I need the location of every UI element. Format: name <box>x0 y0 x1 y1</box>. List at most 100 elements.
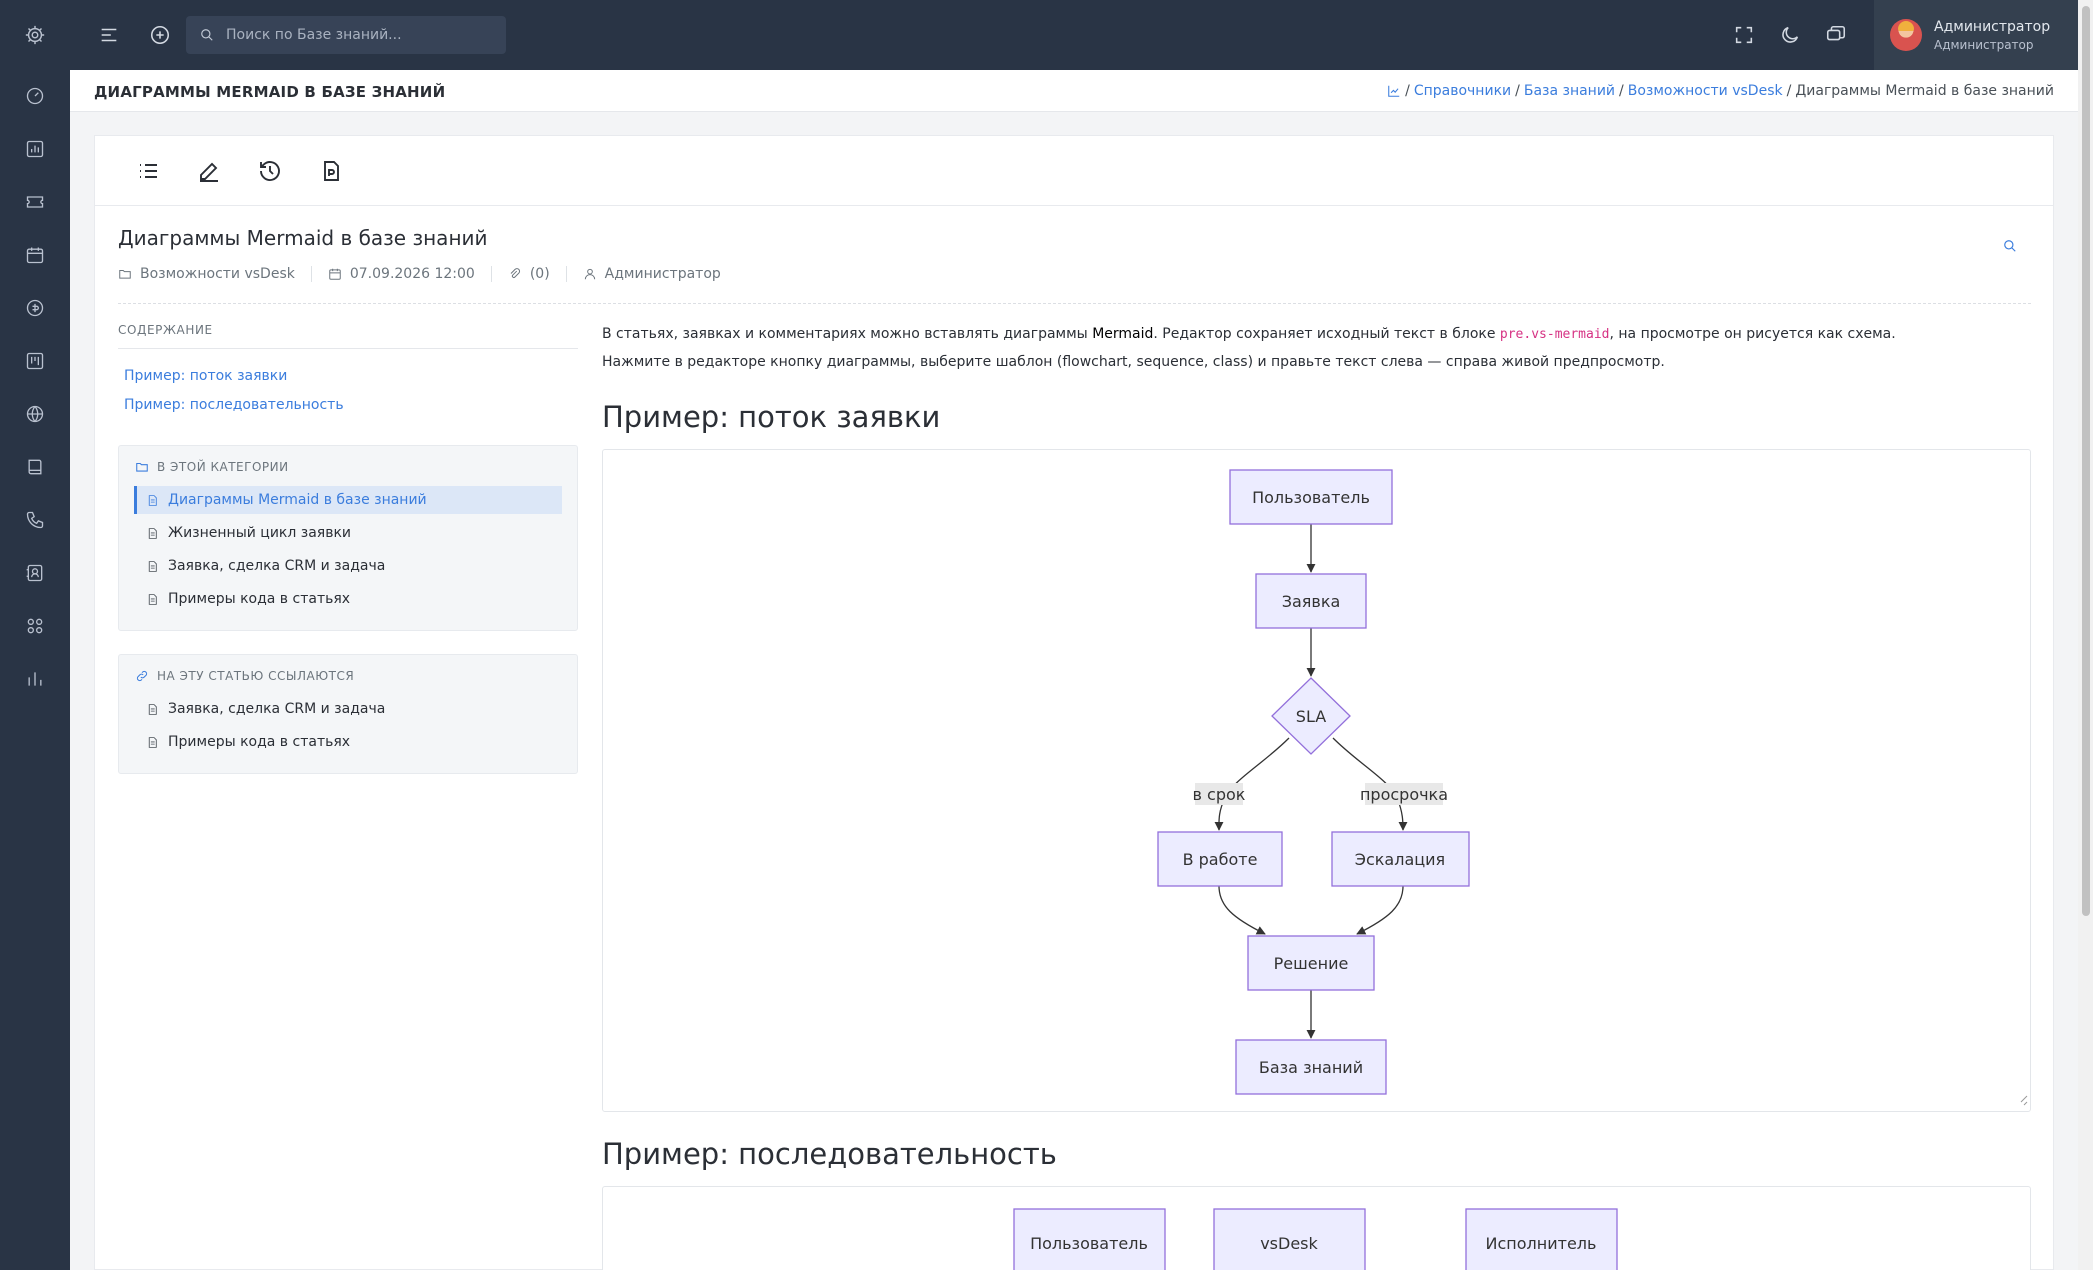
paperclip-icon <box>510 268 520 278</box>
search-box <box>186 16 506 54</box>
dark-mode-moon-icon[interactable] <box>1778 23 1802 47</box>
page-title: ДИАГРАММЫ MERMAID В БАЗЕ ЗНАНИЙ <box>94 83 446 101</box>
category-item[interactable]: Примеры кода в статьях <box>134 585 562 613</box>
meta-attachments[interactable]: (0) <box>490 266 566 282</box>
menu-toggle-icon[interactable] <box>97 23 121 47</box>
link-icon <box>136 670 148 682</box>
svg-text:Исполнитель: Исполнитель <box>1486 1234 1597 1253</box>
add-icon[interactable] <box>148 23 172 47</box>
backlinks-box: НА ЭТУ СТАТЬЮ ССЫЛАЮТСЯ Заявка, сделка C… <box>118 654 578 774</box>
user-icon <box>584 268 595 280</box>
export-pdf-icon[interactable] <box>318 158 344 184</box>
svg-text:vsDesk: vsDesk <box>1260 1234 1318 1253</box>
ticket-icon[interactable] <box>23 190 47 214</box>
breadcrumb-link-vsdesk-features[interactable]: Возможности vsDesk <box>1628 83 1783 99</box>
history-icon[interactable] <box>257 158 283 184</box>
svg-text:просрочка: просрочка <box>1360 785 1448 804</box>
intro-paragraph: В статьях, заявках и комментариях можно … <box>602 326 1896 342</box>
actor-executor: Исполнитель <box>1465 1208 1618 1270</box>
toc-link-sequence[interactable]: Пример: последовательность <box>124 397 344 413</box>
svg-text:Решение: Решение <box>1274 954 1349 973</box>
edge-escalation-solution <box>1356 885 1404 935</box>
category-item-label: Жизненный цикл заявки <box>168 525 352 541</box>
meta-category-label: Возможности vsDesk <box>140 266 295 282</box>
article-meta: Возможности vsDesk 07.09.2026 12:00 (0) … <box>118 266 737 282</box>
sequence-diagram: Пользователь vsDesk Исполнитель <box>602 1186 2031 1270</box>
toc-link-flow[interactable]: Пример: поток заявки <box>124 368 287 384</box>
category-item-label: Заявка, сделка CRM и задача <box>168 558 386 574</box>
breadcrumb-link-knowledge-base[interactable]: База знаний <box>1524 83 1615 99</box>
meta-category[interactable]: Возможности vsDesk <box>118 266 311 282</box>
sidebar <box>0 0 70 1270</box>
meta-date: 07.09.2026 12:00 <box>310 266 491 282</box>
gear-icon <box>25 25 45 45</box>
search-icon <box>201 29 213 41</box>
calendar-icon <box>329 268 341 280</box>
globe-icon[interactable] <box>23 402 47 426</box>
divider <box>118 303 2031 304</box>
node-solution: Решение <box>1247 935 1375 991</box>
calendar-icon[interactable] <box>23 243 47 267</box>
heading-flow: Пример: поток заявки <box>602 400 941 434</box>
breadcrumb-separator: / <box>1515 83 1520 99</box>
sequence-svg: Пользователь vsDesk Исполнитель <box>1013 1208 1618 1270</box>
category-box-title: В ЭТОЙ КАТЕГОРИИ <box>135 460 289 474</box>
category-item-active[interactable]: Диаграммы Mermaid в базе знаний <box>134 486 562 514</box>
breadcrumb-link-references[interactable]: Справочники <box>1414 83 1511 99</box>
actor-vsdesk: vsDesk <box>1213 1208 1366 1270</box>
hint-paragraph: Нажмите в редакторе кнопку диаграммы, вы… <box>602 354 1665 370</box>
money-icon[interactable] <box>23 296 47 320</box>
chat-icon[interactable] <box>1824 23 1848 47</box>
book-icon[interactable] <box>23 455 47 479</box>
backlinks-box-title: НА ЭТУ СТАТЬЮ ССЫЛАЮТСЯ <box>135 669 354 683</box>
svg-text:В работе: В работе <box>1183 850 1258 869</box>
user-menu[interactable]: Администратор Администратор <box>1874 0 2078 70</box>
fullscreen-icon[interactable] <box>1732 23 1756 47</box>
scrollbar-thumb[interactable] <box>2082 6 2090 916</box>
breadcrumb-separator: / <box>1405 83 1410 99</box>
backlink-item-label: Заявка, сделка CRM и задача <box>168 701 386 717</box>
reports-icon[interactable] <box>23 137 47 161</box>
document-icon <box>148 736 157 748</box>
node-user: Пользователь <box>1229 469 1393 525</box>
dashboard-icon[interactable] <box>23 84 47 108</box>
heading-sequence: Пример: последовательность <box>602 1137 1057 1171</box>
category-item[interactable]: Заявка, сделка CRM и задача <box>134 552 562 580</box>
phone-icon[interactable] <box>23 508 47 532</box>
chart-home-icon[interactable] <box>1387 84 1401 98</box>
category-item-label: Примеры кода в статьях <box>168 591 351 607</box>
apps-icon[interactable] <box>23 614 47 638</box>
article-search-icon[interactable] <box>2003 238 2017 252</box>
category-item[interactable]: Жизненный цикл заявки <box>134 519 562 547</box>
category-box: В ЭТОЙ КАТЕГОРИИ Диаграммы Mermaid в баз… <box>118 445 578 631</box>
toc-title: СОДЕРЖАНИЕ <box>118 323 213 337</box>
list-icon[interactable] <box>135 158 161 184</box>
backlink-item[interactable]: Заявка, сделка CRM и задача <box>134 695 562 723</box>
document-icon <box>148 593 157 605</box>
intro-text-c: . Редактор сохраняет исходный текст в бл… <box>1153 326 1500 342</box>
edge-label-on-time: в срок <box>1193 783 1246 805</box>
edit-pencil-icon[interactable] <box>196 158 222 184</box>
toc-divider <box>118 348 578 349</box>
kanban-icon[interactable] <box>23 349 47 373</box>
svg-text:SLA: SLA <box>1296 707 1326 726</box>
breadcrumb-separator: / <box>1619 83 1624 99</box>
meta-attachments-label: (0) <box>529 266 550 282</box>
actor-user: Пользователь <box>1013 1208 1166 1270</box>
backlink-item-label: Примеры кода в статьях <box>168 734 351 750</box>
intro-code: pre.vs-mermaid <box>1499 327 1610 342</box>
backlink-item[interactable]: Примеры кода в статьях <box>134 728 562 756</box>
contacts-icon[interactable] <box>23 561 47 585</box>
page-scrollbar[interactable] <box>2078 0 2093 1270</box>
document-icon <box>148 560 157 572</box>
settings-gear-logo[interactable] <box>0 0 70 70</box>
breadcrumb-current: Диаграммы Mermaid в базе знаний <box>1795 83 2054 99</box>
search-input[interactable] <box>226 27 486 43</box>
meta-date-label: 07.09.2026 12:00 <box>349 266 475 282</box>
node-knowledge-base: База знаний <box>1235 1039 1387 1095</box>
svg-text:Пользователь: Пользователь <box>1030 1234 1148 1253</box>
document-icon <box>148 527 157 539</box>
statistics-icon[interactable] <box>23 667 47 691</box>
svg-text:База знаний: База знаний <box>1259 1058 1363 1077</box>
resize-handle[interactable] <box>2020 1095 2028 1106</box>
